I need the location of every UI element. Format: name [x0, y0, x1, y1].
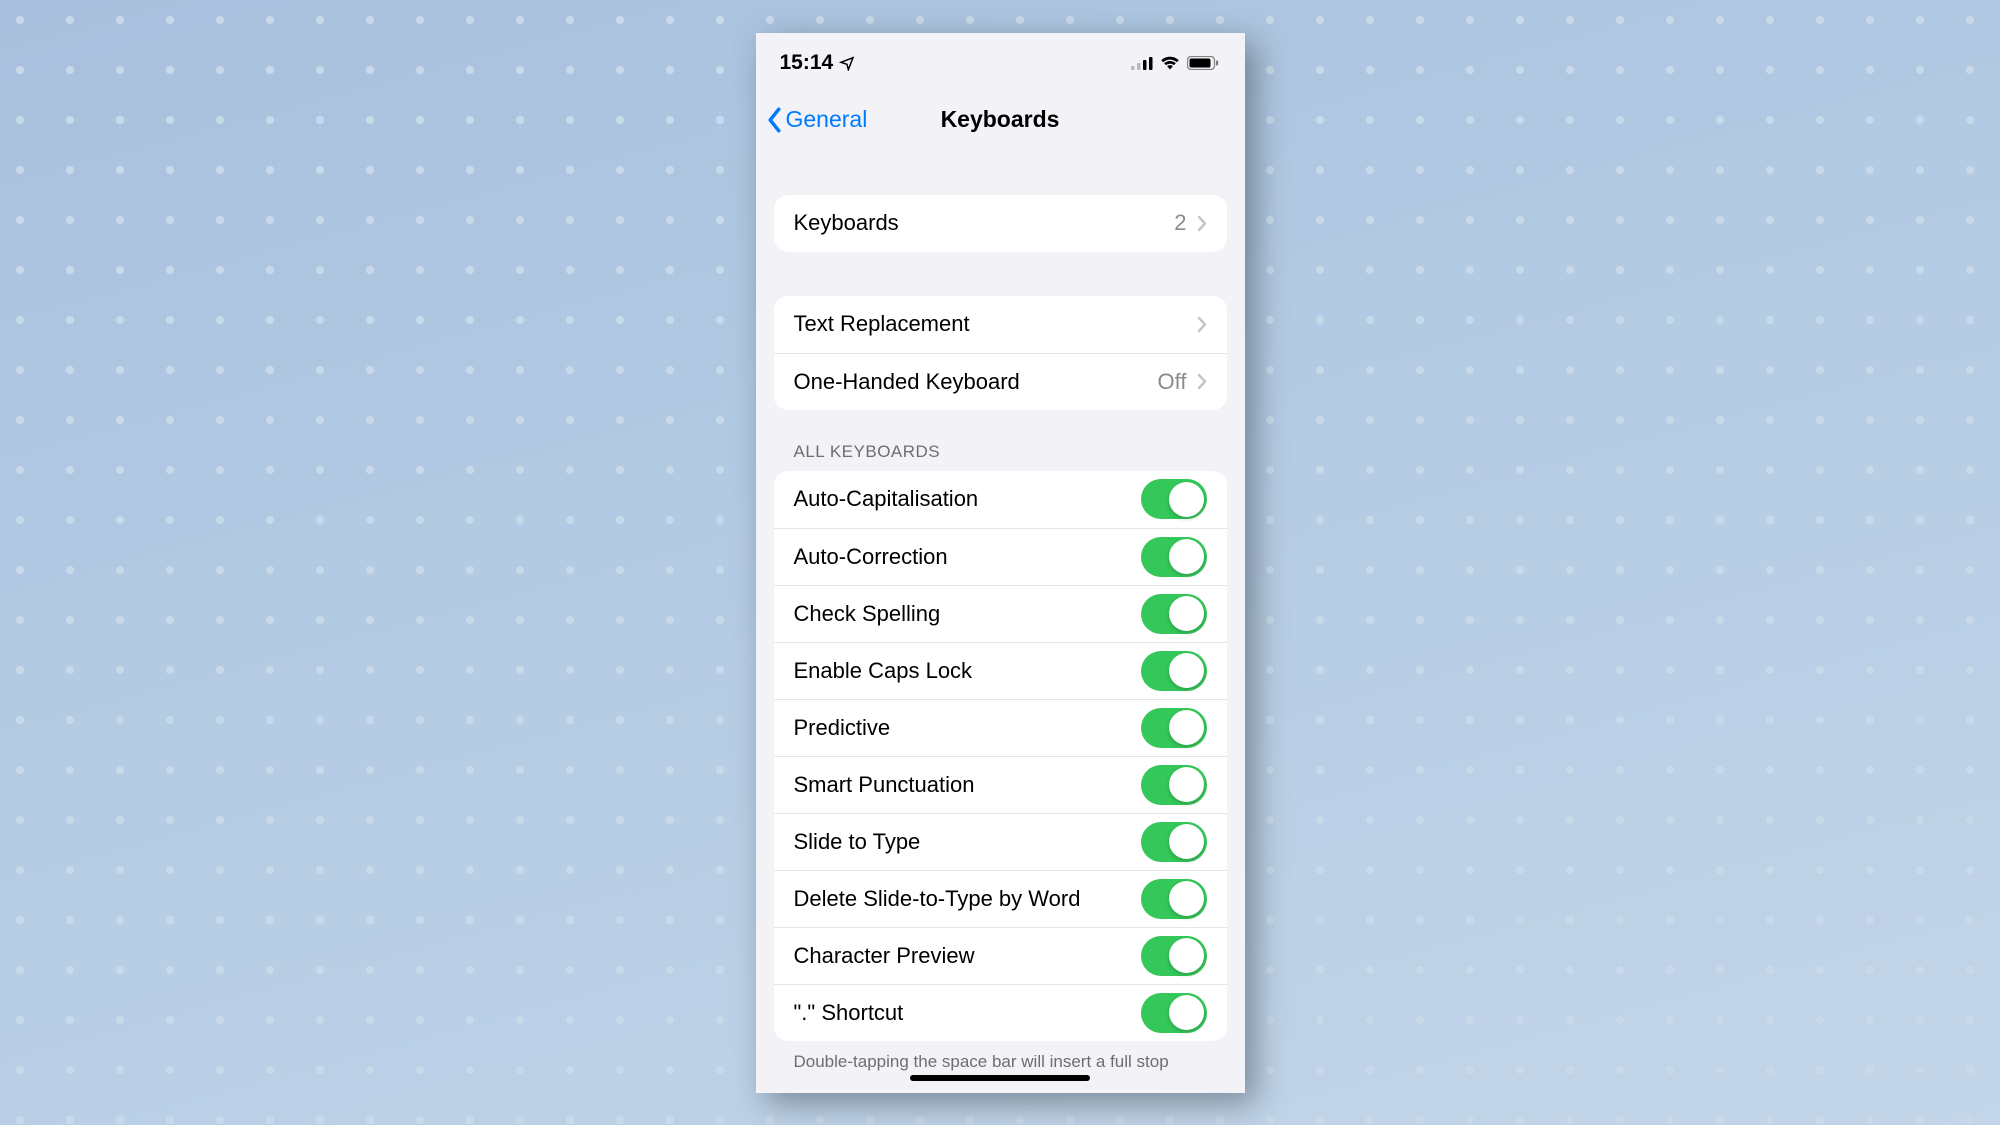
- text-replacement-cell[interactable]: Text Replacement: [774, 296, 1227, 353]
- toggle-label: Smart Punctuation: [794, 772, 1141, 798]
- chevron-right-icon: [1197, 373, 1207, 390]
- toggle-cell: Predictive: [774, 699, 1227, 756]
- chevron-right-icon: [1197, 215, 1207, 232]
- one-handed-keyboard-value: Off: [1158, 369, 1187, 395]
- toggle-cell: "." Shortcut: [774, 984, 1227, 1041]
- toggle-knob: [1169, 653, 1204, 688]
- home-indicator[interactable]: [910, 1075, 1090, 1081]
- page-title: Keyboards: [941, 106, 1060, 133]
- text-replacement-label: Text Replacement: [794, 311, 1197, 337]
- toggle-switch[interactable]: [1141, 594, 1207, 634]
- toggle-knob: [1169, 938, 1204, 973]
- toggle-cell: Smart Punctuation: [774, 756, 1227, 813]
- toggle-switch[interactable]: [1141, 993, 1207, 1033]
- keyboards-count: 2: [1174, 210, 1186, 236]
- toggle-cell: Auto-Capitalisation: [774, 471, 1227, 528]
- toggle-cell: Character Preview: [774, 927, 1227, 984]
- toggle-label: Delete Slide-to-Type by Word: [794, 886, 1141, 912]
- nav-bar: General Keyboards: [756, 93, 1245, 147]
- toggle-knob: [1169, 767, 1204, 802]
- toggle-knob: [1169, 539, 1204, 574]
- location-arrow-icon: [839, 55, 855, 71]
- back-label: General: [786, 106, 868, 133]
- status-bar-left: 15:14: [780, 51, 856, 75]
- all-keyboards-group: Auto-Capitalisation Auto-Correction Check …: [774, 471, 1227, 1041]
- battery-icon: [1187, 56, 1219, 70]
- status-bar: 15:14: [756, 33, 1245, 93]
- toggle-cell: Slide to Type: [774, 813, 1227, 870]
- toggle-switch[interactable]: [1141, 537, 1207, 577]
- toggle-cell: Check Spelling: [774, 585, 1227, 642]
- all-keyboards-header: ALL KEYBOARDS: [794, 442, 1227, 462]
- keyboards-cell-label: Keyboards: [794, 210, 1175, 236]
- one-handed-keyboard-label: One-Handed Keyboard: [794, 369, 1158, 395]
- toggle-switch[interactable]: [1141, 708, 1207, 748]
- toggle-knob: [1169, 995, 1204, 1030]
- toggle-switch[interactable]: [1141, 479, 1207, 519]
- back-button[interactable]: General: [766, 106, 868, 133]
- toggle-label: Check Spelling: [794, 601, 1141, 627]
- toggle-label: Character Preview: [794, 943, 1141, 969]
- toggle-knob: [1169, 710, 1204, 745]
- text-options-group: Text Replacement One-Handed Keyboard Off: [774, 296, 1227, 410]
- toggle-label: "." Shortcut: [794, 1000, 1141, 1026]
- toggle-label: Auto-Capitalisation: [794, 486, 1141, 512]
- toggle-cell: Enable Caps Lock: [774, 642, 1227, 699]
- settings-content: Keyboards 2 Text Replacement: [756, 147, 1245, 1093]
- toggle-switch[interactable]: [1141, 936, 1207, 976]
- toggle-knob: [1169, 482, 1204, 517]
- wifi-icon: [1160, 56, 1180, 70]
- keyboards-cell[interactable]: Keyboards 2: [774, 195, 1227, 252]
- phone-frame: 15:14: [756, 33, 1245, 1093]
- keyboards-group: Keyboards 2: [774, 195, 1227, 252]
- toggle-cell: Auto-Correction: [774, 528, 1227, 585]
- chevron-right-icon: [1197, 316, 1207, 333]
- toggle-knob: [1169, 881, 1204, 916]
- shortcut-footer: Double-tapping the space bar will insert…: [794, 1051, 1207, 1074]
- toggle-label: Auto-Correction: [794, 544, 1141, 570]
- status-bar-right: [1131, 56, 1219, 70]
- cellular-signal-icon: [1131, 56, 1153, 70]
- one-handed-keyboard-cell[interactable]: One-Handed Keyboard Off: [774, 353, 1227, 410]
- toggle-knob: [1169, 824, 1204, 859]
- toggle-label: Slide to Type: [794, 829, 1141, 855]
- toggle-knob: [1169, 596, 1204, 631]
- toggle-label: Enable Caps Lock: [794, 658, 1141, 684]
- toggle-switch[interactable]: [1141, 651, 1207, 691]
- toggle-label: Predictive: [794, 715, 1141, 741]
- toggle-cell: Delete Slide-to-Type by Word: [774, 870, 1227, 927]
- chevron-left-icon: [766, 107, 783, 133]
- toggle-switch[interactable]: [1141, 765, 1207, 805]
- status-time: 15:14: [780, 51, 834, 75]
- toggle-switch[interactable]: [1141, 822, 1207, 862]
- toggle-switch[interactable]: [1141, 879, 1207, 919]
